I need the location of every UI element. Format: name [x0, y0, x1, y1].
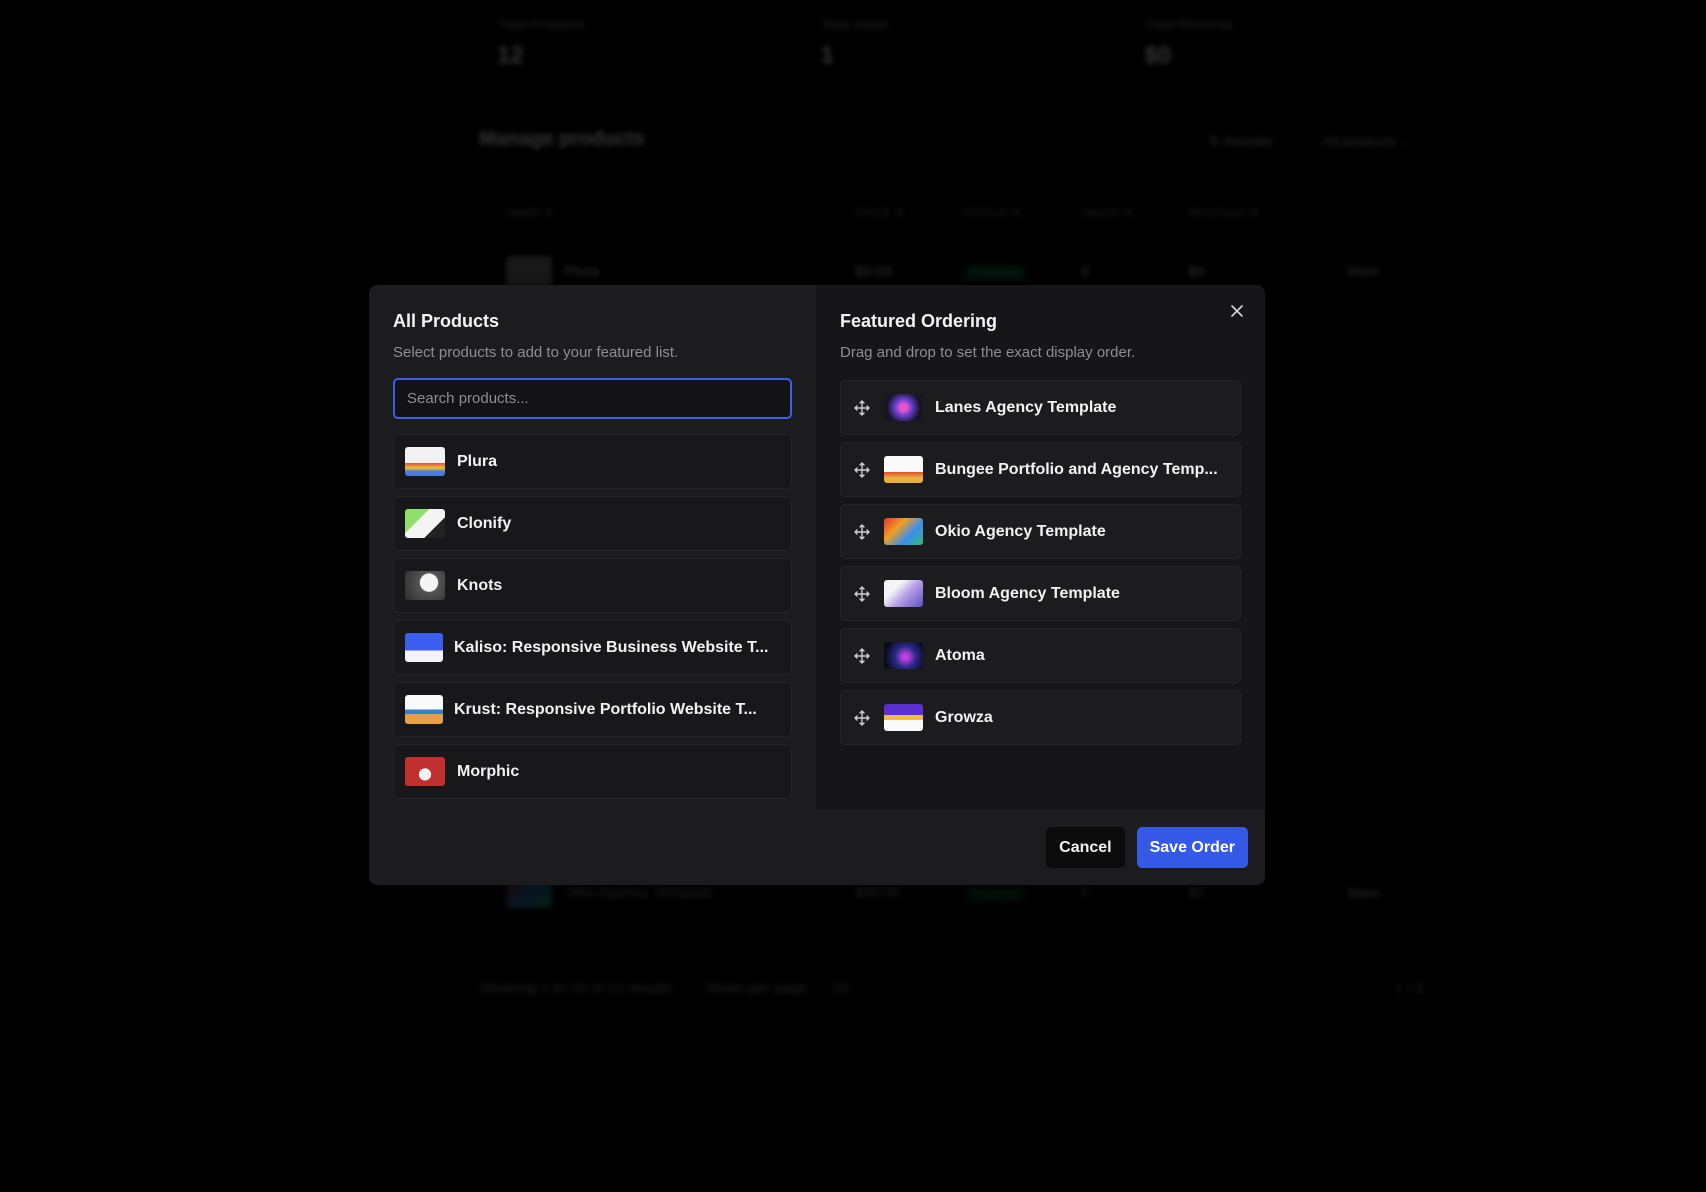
product-thumbnail	[884, 642, 923, 669]
product-thumbnail	[405, 447, 445, 476]
featured-list: Lanes Agency Template Bungee Portfolio a…	[840, 380, 1241, 745]
product-name: Krust: Responsive Portfolio Website T...	[454, 700, 757, 718]
close-button[interactable]	[1225, 299, 1249, 323]
drag-handle-icon[interactable]	[854, 399, 870, 416]
drag-handle-icon[interactable]	[854, 461, 870, 478]
cancel-button[interactable]: Cancel	[1046, 827, 1125, 868]
product-name: Atoma	[935, 646, 985, 664]
list-item[interactable]: Morphic	[393, 744, 792, 799]
all-products-subtitle: Select products to add to your featured …	[393, 344, 679, 361]
drag-handle-icon[interactable]	[854, 523, 870, 540]
product-name: Morphic	[457, 762, 520, 780]
product-name: Bloom Agency Template	[935, 584, 1120, 602]
drag-handle-icon[interactable]	[854, 709, 870, 726]
save-order-button[interactable]: Save Order	[1136, 827, 1248, 868]
sortable-item[interactable]: Bloom Agency Template	[840, 566, 1241, 621]
product-thumbnail	[884, 394, 923, 421]
list-item[interactable]: Clonify	[393, 496, 792, 551]
product-thumbnail	[884, 518, 923, 545]
product-name: Clonify	[457, 514, 512, 532]
product-thumbnail	[884, 456, 923, 483]
sortable-item[interactable]: Bungee Portfolio and Agency Temp...	[840, 442, 1241, 497]
product-thumbnail	[884, 580, 923, 607]
featured-ordering-title: Featured Ordering	[840, 311, 998, 331]
product-name: Bungee Portfolio and Agency Temp...	[935, 460, 1218, 478]
product-name: Knots	[457, 576, 503, 594]
product-name: Growza	[935, 708, 993, 726]
product-name: Okio Agency Template	[935, 522, 1106, 540]
sortable-item[interactable]: Growza	[840, 690, 1241, 745]
product-name: Kaliso: Responsive Business Website T...	[454, 638, 769, 656]
featured-products-dialog: All Products Select products to add to y…	[369, 285, 1265, 885]
featured-ordering-subtitle: Drag and drop to set the exact display o…	[840, 344, 1136, 361]
sortable-item[interactable]: Atoma	[840, 628, 1241, 683]
list-item[interactable]: Krust: Responsive Portfolio Website T...	[393, 682, 792, 737]
featured-ordering-panel: Featured Ordering Drag and drop to set t…	[816, 285, 1265, 810]
product-thumbnail	[405, 757, 445, 786]
product-thumbnail	[405, 509, 445, 538]
dialog-actions: Cancel Save Order	[1046, 827, 1248, 868]
list-item[interactable]: Plura	[393, 434, 792, 489]
all-products-title: All Products	[393, 311, 500, 331]
close-icon	[1231, 305, 1243, 317]
drag-handle-icon[interactable]	[854, 585, 870, 602]
product-thumbnail	[405, 633, 443, 662]
search-input[interactable]	[393, 378, 792, 419]
list-item[interactable]: Knots	[393, 558, 792, 613]
all-products-panel: All Products Select products to add to y…	[369, 285, 816, 810]
product-thumbnail	[405, 695, 443, 724]
list-item[interactable]: Kaliso: Responsive Business Website T...	[393, 620, 792, 675]
all-products-list: Plura Clonify Knots Kaliso: Responsive B…	[393, 434, 792, 799]
product-thumbnail	[884, 704, 923, 731]
product-name: Lanes Agency Template	[935, 398, 1117, 416]
product-thumbnail	[405, 571, 445, 600]
sortable-item[interactable]: Lanes Agency Template	[840, 380, 1241, 435]
product-name: Plura	[457, 452, 498, 470]
sortable-item[interactable]: Okio Agency Template	[840, 504, 1241, 559]
drag-handle-icon[interactable]	[854, 647, 870, 664]
